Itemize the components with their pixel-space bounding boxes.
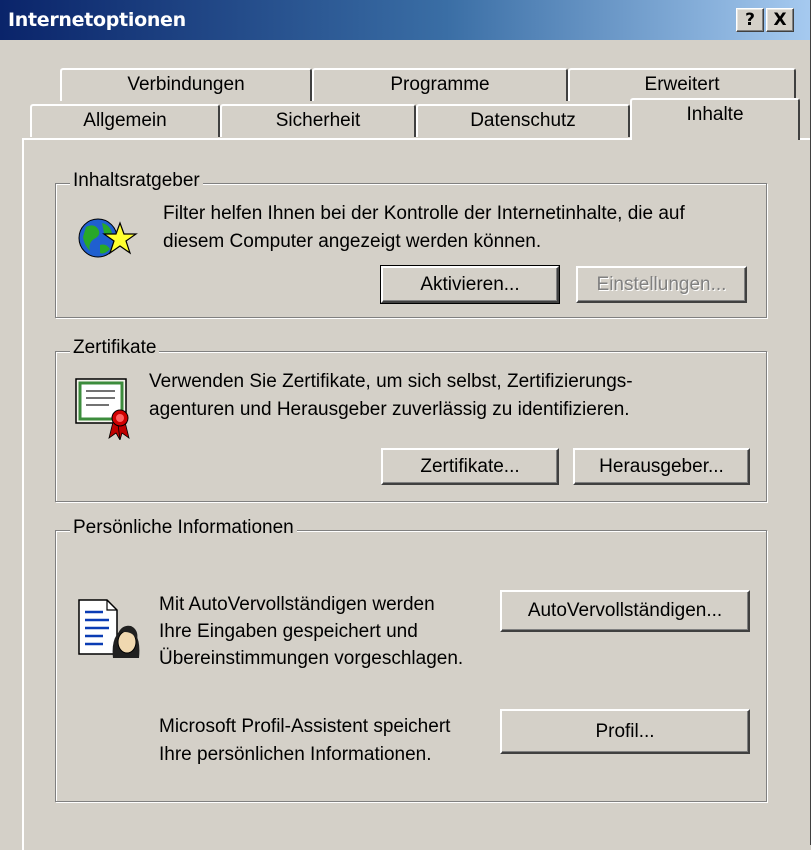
tab-sicherheit[interactable]: Sicherheit — [220, 104, 416, 137]
autocomplete-button[interactable]: AutoVervollständigen... — [500, 590, 750, 632]
certificates-label: Zertifikate — [70, 337, 160, 359]
tab-allgemein[interactable]: Allgemein — [30, 104, 220, 137]
personal-info-label: Persönliche Informationen — [70, 517, 297, 539]
close-button[interactable]: X — [766, 8, 794, 32]
tab-verbindungen[interactable]: Verbindungen — [60, 68, 312, 101]
help-button[interactable]: ? — [736, 8, 764, 32]
autocomplete-text-2: Ihre Eingaben gespeichert und — [159, 621, 418, 642]
profile-button[interactable]: Profil... — [500, 709, 750, 754]
settings-button[interactable]: Einstellungen... — [576, 266, 747, 303]
globe-star-icon — [74, 213, 138, 263]
autocomplete-text-3: Übereinstimmungen vorgeschlagen. — [159, 648, 464, 669]
publishers-button[interactable]: Herausgeber... — [573, 448, 750, 485]
tab-programme[interactable]: Programme — [312, 68, 568, 101]
autocomplete-text-1: Mit AutoVervollständigen werden — [159, 594, 435, 615]
tab-inhalte[interactable]: Inhalte — [630, 98, 800, 140]
content-advisor-text-2: diesem Computer angezeigt werden können. — [163, 231, 542, 252]
content-advisor-label: Inhaltsratgeber — [70, 170, 203, 192]
person-document-icon — [77, 598, 145, 660]
profile-text-2: Ihre persönlichen Informationen. — [159, 744, 432, 765]
tab-datenschutz[interactable]: Datenschutz — [416, 104, 630, 137]
enable-button[interactable]: Aktivieren... — [380, 265, 560, 304]
window-title: Internetoptionen — [8, 9, 186, 31]
content-advisor-text-1: Filter helfen Ihnen bei der Kontrolle de… — [163, 203, 685, 224]
tab-erweitert[interactable]: Erweitert — [568, 68, 796, 101]
certificates-text-2: agenturen und Herausgeber zuverlässig zu… — [149, 399, 630, 420]
certificates-button[interactable]: Zertifikate... — [381, 448, 559, 485]
certificates-text-1: Verwenden Sie Zertifikate, um sich selbs… — [149, 371, 633, 392]
profile-text-1: Microsoft Profil-Assistent speichert — [159, 716, 451, 737]
certificate-icon — [75, 378, 141, 440]
